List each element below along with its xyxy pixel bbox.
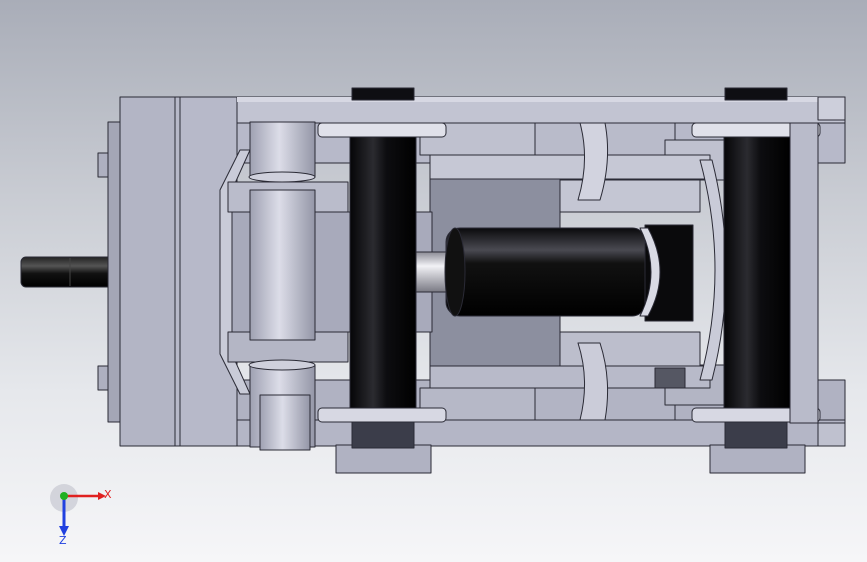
graphics-viewport[interactable]: X Z xyxy=(0,0,867,562)
piston xyxy=(415,224,694,322)
axis-triad-icon: X Z xyxy=(50,484,112,547)
end-plate xyxy=(97,96,238,447)
end-knob xyxy=(20,256,123,288)
left-pin xyxy=(248,121,316,451)
x-axis-label: X xyxy=(104,488,112,501)
assembly-model[interactable] xyxy=(0,0,867,562)
z-axis-label: Z xyxy=(59,534,67,547)
